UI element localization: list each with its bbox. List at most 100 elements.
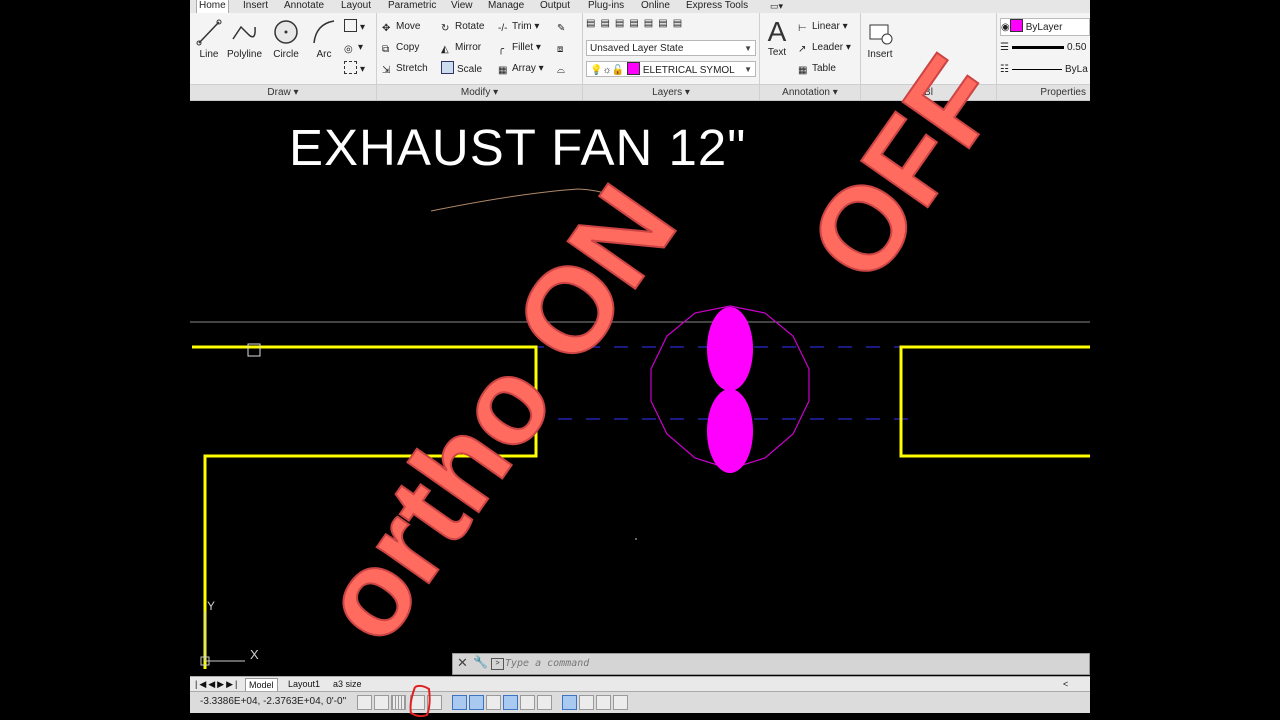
array-icon: ▦ xyxy=(498,65,508,76)
dynamic-input-icon[interactable] xyxy=(520,695,535,710)
text-icon: A xyxy=(767,16,787,47)
sun-icon: ☼ xyxy=(602,65,612,76)
tab-plugins[interactable]: Plug-ins xyxy=(586,0,626,13)
linear-dimension-tool[interactable]: ⊢ Linear ▾ xyxy=(798,19,848,35)
annotation-panel: A Text ⊢ Linear ▾ ↗ Leader ▾ ▦ Table Annota… xyxy=(760,13,861,100)
stretch-tool[interactable]: ⇲ Stretch xyxy=(382,61,428,77)
rotate-icon: ↻ xyxy=(441,23,450,34)
draw-panel-title[interactable]: Draw ▾ xyxy=(190,84,376,100)
explode-tool[interactable]: ⧈ xyxy=(557,40,571,56)
polyline-label: Polyline xyxy=(227,49,263,60)
stretch-icon: ⇲ xyxy=(382,65,391,76)
infer-constraints-icon[interactable] xyxy=(357,695,372,710)
tab-manage[interactable]: Manage xyxy=(486,0,526,13)
tab-navigation-icons[interactable]: |◀◀▶▶| xyxy=(192,678,242,691)
hatch-tool[interactable]: ◎ ▾ xyxy=(344,40,363,56)
workspace-switch-icon[interactable]: ▭▾ xyxy=(768,0,785,13)
layer-dropdown[interactable]: 💡☼🔓 ELETRICAL SYMOL ▼ xyxy=(586,61,756,77)
fillet-tool[interactable]: ╭ Fillet ▾ xyxy=(498,40,541,56)
fillet-icon: ╭ xyxy=(498,44,505,55)
move-icon: ✥ xyxy=(382,23,391,34)
wall-right xyxy=(899,345,1090,458)
tab-view[interactable]: View xyxy=(449,0,475,13)
command-line[interactable]: ✕ 🔧 > Type a command xyxy=(452,653,1090,675)
table-tool[interactable]: ▦ Table xyxy=(798,61,836,77)
table-icon: ▦ xyxy=(798,65,808,76)
insert-block-icon xyxy=(869,24,893,45)
copy-tool[interactable]: ⧉ Copy xyxy=(382,40,419,56)
lightbulb-icon: 💡 xyxy=(590,65,603,76)
snap-mode-icon[interactable] xyxy=(374,695,389,710)
mirror-tool[interactable]: ◭ Mirror xyxy=(441,40,481,56)
grid-display-icon[interactable] xyxy=(391,695,406,710)
scale-tool[interactable]: Scale xyxy=(441,61,482,77)
lineweight-display-icon[interactable] xyxy=(537,695,552,710)
lock-icon: 🔓 xyxy=(611,65,625,76)
object-snap-tracking-icon[interactable] xyxy=(486,695,501,710)
color-swatch xyxy=(1009,19,1023,32)
insert-block-tool[interactable]: Insert xyxy=(863,17,897,60)
tab-a3-size[interactable]: a3 size xyxy=(330,678,365,691)
polyline-icon xyxy=(232,25,256,40)
scroll-left-icon[interactable]: < xyxy=(1060,678,1071,691)
wrench-icon[interactable]: 🔧 xyxy=(473,655,488,669)
tab-parametric[interactable]: Parametric xyxy=(386,0,438,13)
chevron-down-icon: ▼ xyxy=(744,44,752,53)
offset-tool[interactable]: ⌓ xyxy=(557,61,571,77)
tab-output[interactable]: Output xyxy=(538,0,572,13)
annotation-monitor-icon[interactable] xyxy=(613,695,628,710)
dynamic-ucs-icon[interactable] xyxy=(503,695,518,710)
move-tool[interactable]: ✥ Move xyxy=(382,19,420,35)
ucs-y-label: Y xyxy=(207,599,216,613)
region-tool[interactable]: ▾ xyxy=(344,61,365,77)
leader-icon: ↗ xyxy=(798,44,807,55)
polyline-tool[interactable]: Polyline xyxy=(227,17,263,60)
tab-express-tools[interactable]: Express Tools xyxy=(684,0,750,13)
leader-tool[interactable]: ↗ Leader ▾ xyxy=(798,40,851,56)
lineweight-icon: ☰ xyxy=(1000,42,1009,53)
array-tool[interactable]: ▦ Array ▾ xyxy=(498,61,544,77)
trim-icon: -/- xyxy=(498,23,508,34)
hatch-icon: ◎ xyxy=(344,44,353,55)
line-label: Line xyxy=(199,49,219,60)
ucs-x-label: X xyxy=(250,647,259,662)
quick-properties-icon[interactable] xyxy=(579,695,594,710)
arc-tool[interactable]: Arc xyxy=(307,17,341,60)
tab-home[interactable]: Home xyxy=(196,0,229,13)
text-tool[interactable]: A Text xyxy=(762,16,792,59)
annotation-panel-title[interactable]: Annotation ▾ xyxy=(760,84,860,100)
layer-state-dropdown[interactable]: Unsaved Layer State ▼ xyxy=(586,40,756,56)
layer-properties-icon: ▤▤▤▤▤▤▤ xyxy=(586,18,688,29)
modify-panel-title[interactable]: Modify ▾ xyxy=(377,84,582,100)
lineweight-dropdown[interactable]: ☰ 0.50 xyxy=(1000,40,1088,56)
properties-panel-title[interactable]: Properties xyxy=(997,84,1090,100)
line-tool[interactable]: Line xyxy=(192,17,226,60)
line-icon xyxy=(196,19,222,46)
command-input[interactable]: Type a command xyxy=(505,656,1085,672)
color-wheel-icon: ◉ xyxy=(1001,22,1010,33)
layer-tools-row[interactable]: ▤▤▤▤▤▤▤ xyxy=(586,16,687,32)
erase-tool[interactable]: ✎ xyxy=(557,19,571,35)
tab-layout1[interactable]: Layout1 xyxy=(285,678,323,691)
copy-icon: ⧉ xyxy=(382,44,390,55)
3d-object-snap-icon[interactable] xyxy=(469,695,484,710)
tab-insert[interactable]: Insert xyxy=(241,0,270,13)
bottom-strip xyxy=(190,713,1090,720)
tab-online[interactable]: Online xyxy=(639,0,672,13)
trim-tool[interactable]: -/- Trim ▾ xyxy=(498,19,539,35)
linetype-dropdown[interactable]: ☷ ByLa xyxy=(1000,62,1088,78)
transparency-icon[interactable] xyxy=(562,695,577,710)
tab-layout[interactable]: Layout xyxy=(339,0,373,13)
layers-panel-title[interactable]: Layers ▾ xyxy=(583,84,759,100)
object-snap-icon[interactable] xyxy=(452,695,467,710)
arc-icon xyxy=(313,20,335,44)
rotate-tool[interactable]: ↻ Rotate xyxy=(441,19,484,35)
rectangle-tool[interactable]: ▾ xyxy=(344,19,365,35)
color-dropdown[interactable]: ◉ ByLayer xyxy=(1000,18,1090,36)
region-icon xyxy=(344,61,357,74)
close-icon[interactable]: ✕ xyxy=(457,655,468,671)
selection-cycling-icon[interactable] xyxy=(596,695,611,710)
circle-label: Circle xyxy=(273,49,299,60)
tab-annotate[interactable]: Annotate xyxy=(282,0,326,13)
circle-tool[interactable]: Circle xyxy=(269,17,303,60)
